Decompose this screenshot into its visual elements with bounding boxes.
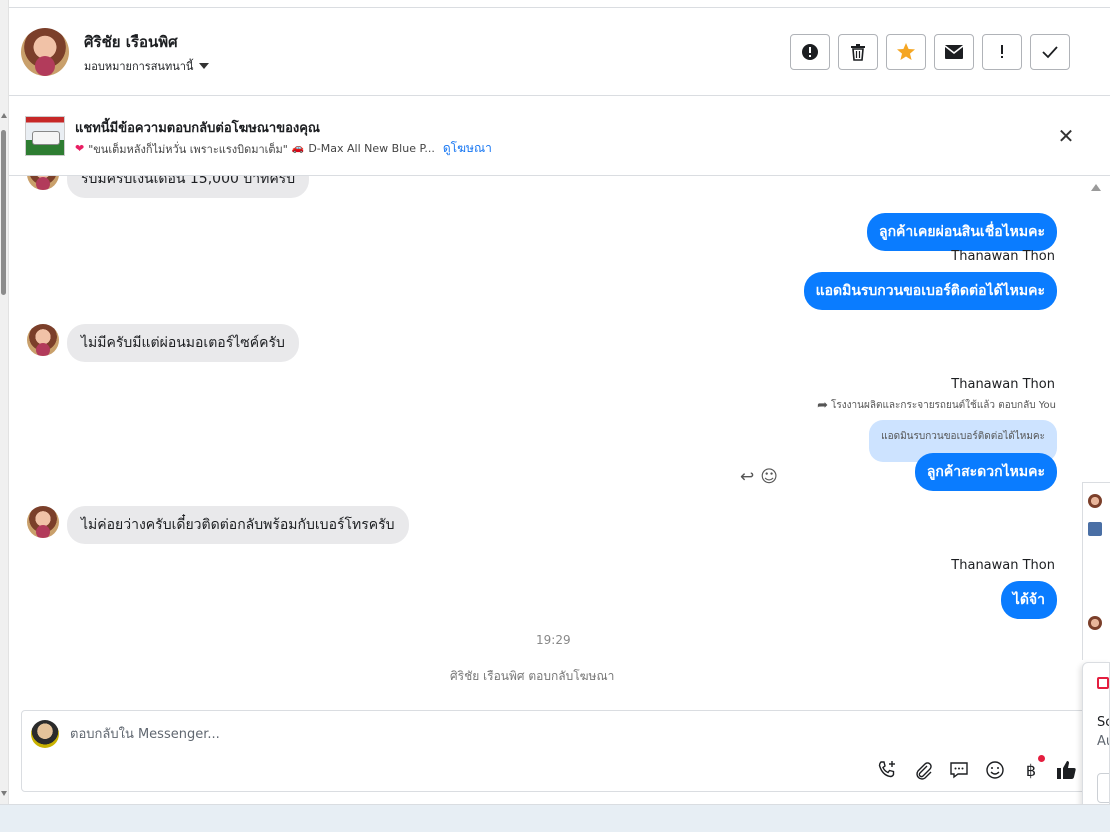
- delete-button[interactable]: [838, 34, 878, 70]
- paperclip-icon[interactable]: [912, 759, 934, 781]
- reply-input[interactable]: [70, 724, 970, 744]
- baht-icon[interactable]: ฿: [1020, 755, 1045, 781]
- contact-avatar[interactable]: [21, 28, 69, 76]
- scroll-up-arrow-icon[interactable]: [1, 113, 7, 118]
- message-tools: ↩ ☺: [740, 467, 778, 487]
- system-note: ศิริชัย เรือนพิศ ตอบกลับโฆษณา: [450, 669, 615, 683]
- chevron-down-icon: [199, 63, 210, 69]
- sender-name: Thanawan Thon: [951, 249, 1055, 264]
- side-card-line-2: Au: [1097, 734, 1109, 749]
- car-emoji-icon: 🚗: [291, 143, 305, 154]
- sender-name: Thanawan Thon: [951, 558, 1055, 573]
- left-scrollbar[interactable]: [0, 0, 9, 804]
- side-popup-card: Sc Au: [1082, 662, 1110, 818]
- ad-banner-title: แชทนี้มีข้อความตอบกลับต่อโฆษณาของคุณ: [75, 121, 320, 136]
- checkmark-icon: [1042, 46, 1058, 59]
- outgoing-message[interactable]: ได้จ้า: [1000, 581, 1057, 619]
- composer-toolbar: ฿: [876, 755, 1078, 781]
- side-thumbnail[interactable]: [1088, 522, 1102, 536]
- contact-avatar-small: [27, 506, 59, 538]
- messenger-conversation-panel: ศิริชัย เรือนพิศ มอบหมายการสนทนานี้ แชทน…: [0, 0, 1110, 832]
- ad-reply-banner: แชทนี้มีข้อความตอบกลับต่อโฆษณาของคุณ ❤ "…: [9, 96, 1110, 176]
- side-avatar[interactable]: [1088, 494, 1102, 508]
- envelope-icon: [944, 45, 964, 59]
- spam-icon: [802, 44, 818, 60]
- side-conversation-list: [1082, 482, 1110, 660]
- outgoing-message[interactable]: แอดมินรบกวนขอเบอร์ติดต่อได้ไหมคะ: [803, 272, 1057, 310]
- emoji-react-icon[interactable]: ☺: [760, 467, 778, 487]
- conversation-header: ศิริชัย เรือนพิศ มอบหมายการสนทนานี้: [9, 7, 1110, 96]
- assign-conversation-dropdown[interactable]: มอบหมายการสนทนานี้: [84, 57, 210, 75]
- reply-icon[interactable]: ↩: [740, 467, 754, 487]
- side-card-button[interactable]: [1097, 773, 1109, 803]
- scroll-down-arrow-icon[interactable]: [1, 791, 7, 796]
- timestamp-separator: 19:29: [536, 633, 571, 647]
- ad-summary: ❤ "ขนเต็มหลังก็ไม่หวั่น เพราะแรงบิดมาเต็…: [75, 139, 492, 158]
- incoming-message[interactable]: รับมีครับเงินเดือน 15,000 บาทครับ: [67, 176, 310, 198]
- assign-label: มอบหมายการสนทนานี้: [84, 60, 194, 73]
- incoming-message[interactable]: ไม่มีครับมีแต่ผ่อนมอเตอร์ไซค์ครับ: [67, 324, 299, 362]
- thumbs-up-icon[interactable]: [1056, 759, 1078, 781]
- heart-emoji-icon: ❤: [75, 142, 85, 155]
- mark-unread-button[interactable]: [934, 34, 974, 70]
- star-button[interactable]: [886, 34, 926, 70]
- sender-name: Thanawan Thon: [951, 377, 1055, 392]
- mark-done-button[interactable]: [1030, 34, 1070, 70]
- close-icon[interactable]: ✕: [1056, 126, 1076, 146]
- trash-icon: [851, 44, 865, 61]
- ad-text: "ขนเต็มหลังก็ไม่หวั่น เพราะแรงบิดมาเต็ม": [88, 142, 288, 156]
- view-ad-link[interactable]: ดูโฆษณา: [443, 139, 492, 158]
- scrollbar-thumb[interactable]: [1, 130, 6, 295]
- notification-dot: [1038, 755, 1045, 762]
- bottom-status-bar: [0, 804, 1110, 832]
- side-card-line-1: Sc: [1097, 715, 1109, 730]
- contact-avatar-small: [27, 324, 59, 356]
- message-thread[interactable]: รับมีครับเงินเดือน 15,000 บาทครับ ลูกค้า…: [9, 176, 1084, 706]
- follow-up-button[interactable]: [982, 34, 1022, 70]
- ad-thumbnail[interactable]: [25, 116, 65, 156]
- phone-plus-icon[interactable]: [876, 759, 898, 781]
- app-logo-icon: [1097, 677, 1109, 689]
- scroll-up-arrow-icon[interactable]: [1091, 184, 1101, 191]
- mark-spam-button[interactable]: [790, 34, 830, 70]
- side-avatar[interactable]: [1088, 616, 1102, 630]
- reply-context: ➦ โรงงานผลิตและกระจายรถยนต์ใช้แล้ว ตอบกล…: [817, 398, 1056, 413]
- reply-context-text: โรงงานผลิตและกระจายรถยนต์ใช้แล้ว ตอบกลับ…: [831, 400, 1056, 411]
- chat-bubble-icon[interactable]: [948, 759, 970, 781]
- header-actions: [790, 34, 1070, 70]
- reply-arrow-icon: ➦: [817, 398, 829, 413]
- contact-avatar-small: [27, 176, 59, 190]
- star-icon: [897, 43, 915, 60]
- emoji-icon[interactable]: [984, 759, 1006, 781]
- reply-composer: ฿: [21, 710, 1091, 792]
- page-avatar: [31, 720, 59, 748]
- contact-name[interactable]: ศิริชัย เรือนพิศ: [84, 30, 178, 54]
- incoming-message[interactable]: ไม่ค่อยว่างครับเดี๋ยวติดต่อกลับพร้อมกับเ…: [67, 506, 409, 544]
- exclamation-icon: [1001, 45, 1003, 58]
- outgoing-message[interactable]: ลูกค้าเคยผ่อนสินเชื่อไหมคะ: [866, 213, 1057, 251]
- outgoing-message[interactable]: ลูกค้าสะดวกไหมคะ: [914, 453, 1057, 491]
- ad-product: D-Max All New Blue P...: [308, 142, 435, 155]
